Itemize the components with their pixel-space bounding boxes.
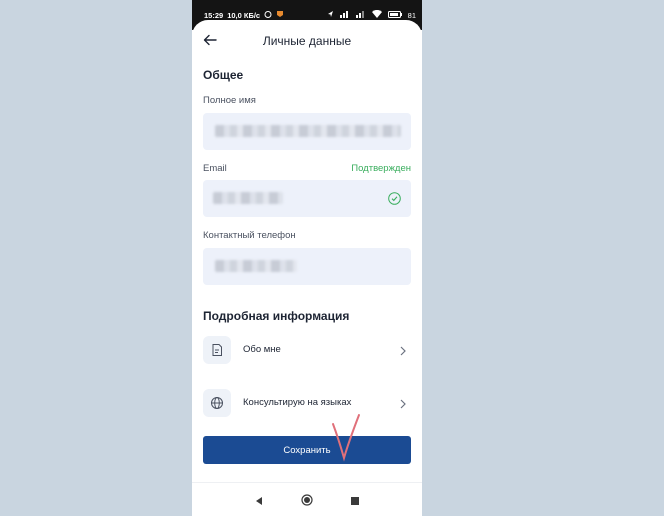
alarm-icon <box>264 10 272 20</box>
about-me-row[interactable]: Обо мне <box>203 334 411 366</box>
email-label: Email <box>203 163 227 174</box>
phone-label: Контактный телефон <box>203 230 296 241</box>
document-icon <box>203 336 231 364</box>
check-circle-icon <box>388 192 401 205</box>
redacted-value <box>213 192 283 204</box>
battery-icon <box>387 10 402 20</box>
phone-field[interactable] <box>203 248 411 285</box>
full-name-field[interactable] <box>203 113 411 150</box>
full-name-label: Полное имя <box>203 95 256 106</box>
about-me-label: Обо мне <box>243 344 281 355</box>
status-time: 15:29 <box>204 10 224 20</box>
nav-recents-icon[interactable] <box>350 493 360 511</box>
phone-screen: 15:29 10,0 КБ/с 81 Личные данные Общее П… <box>192 0 422 516</box>
page-title: Личные данные <box>262 34 352 48</box>
email-verified-status: Подтвержден <box>351 163 411 174</box>
chevron-right-icon <box>399 397 407 409</box>
header: Личные данные <box>192 20 422 62</box>
signal-icon <box>339 10 350 20</box>
save-button[interactable]: Сохранить <box>203 436 411 464</box>
redacted-value <box>215 260 297 272</box>
nav-back-icon[interactable] <box>254 493 264 511</box>
nav-home-icon[interactable] <box>301 493 313 511</box>
wifi-icon <box>371 9 382 20</box>
section-title-general: Общее <box>203 68 244 82</box>
redacted-value <box>215 125 401 137</box>
languages-label: Консультирую на языках <box>243 397 352 408</box>
system-nav-bar <box>192 482 422 516</box>
globe-icon <box>203 389 231 417</box>
signal-icon-2 <box>355 10 366 20</box>
handwritten-checkmark-annotation <box>330 412 362 467</box>
languages-row[interactable]: Консультирую на языках <box>203 387 411 419</box>
location-icon <box>327 10 334 20</box>
content-sheet: Личные данные Общее Полное имя Email Под… <box>192 20 422 516</box>
status-speed: 10,0 КБ/с <box>227 10 261 20</box>
app-notification-icon <box>276 10 284 20</box>
section-title-details: Подробная информация <box>203 309 350 323</box>
battery-level: 81 <box>407 10 416 20</box>
email-field[interactable] <box>203 180 411 217</box>
chevron-right-icon <box>399 344 407 356</box>
